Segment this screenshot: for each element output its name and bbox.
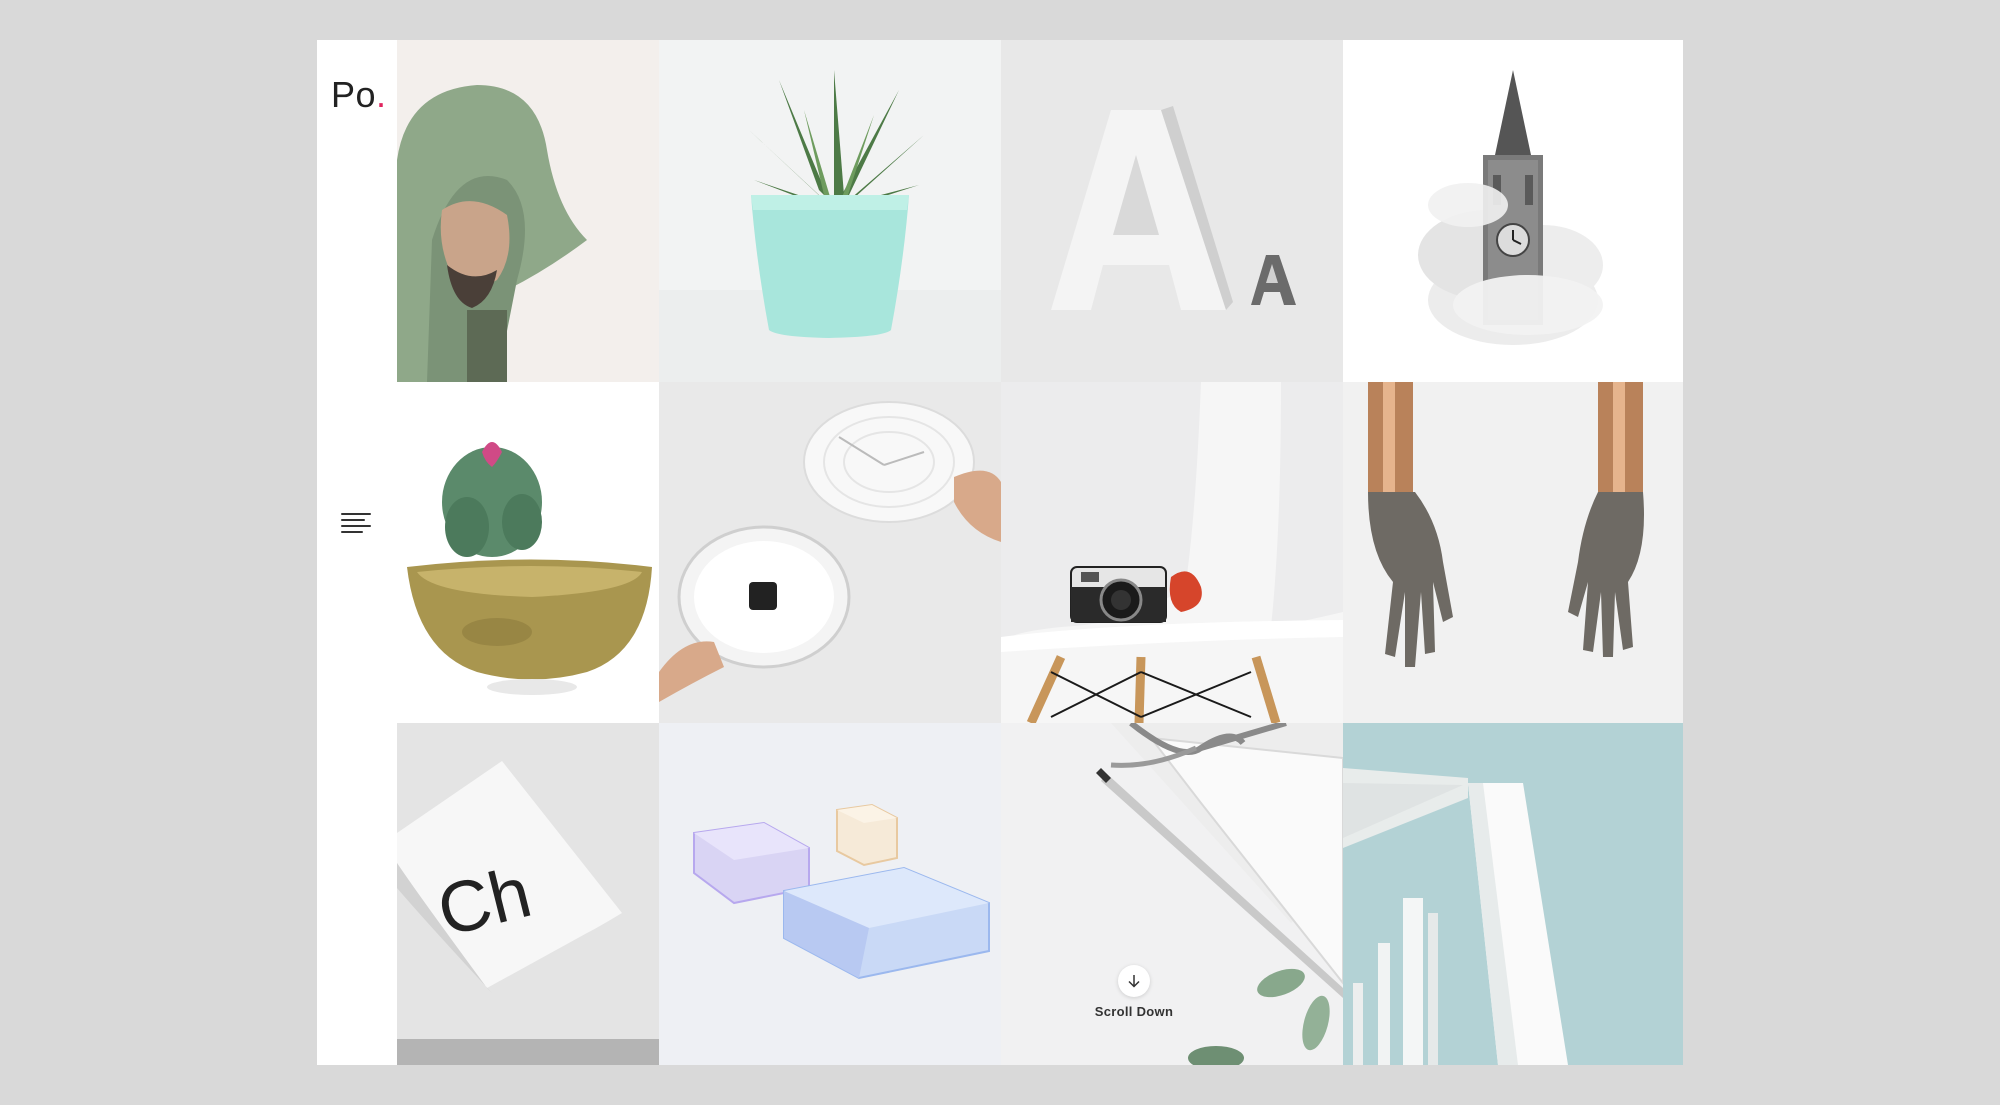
gallery-item-succulent-mint-pot[interactable] [659,40,1001,382]
gallery-item-glass-blocks[interactable] [659,723,1001,1065]
scroll-down-label: Scroll Down [1094,1004,1174,1019]
gallery-grid: Ch Scroll Down [397,40,1683,1065]
sidebar: Po. [317,40,397,1065]
gallery-item-hooded-man[interactable] [397,40,659,382]
hamburger-menu-icon[interactable] [341,513,371,539]
gallery-item-clock-tower-clouds[interactable] [1343,40,1683,382]
gallery-item-white-wall-clock[interactable] [659,382,1001,723]
portfolio-frame: Po. Ch Scroll Down [317,40,1683,1065]
gallery-item-cactus-brass-pot[interactable] [397,382,659,723]
arrow-down-icon [1118,965,1150,997]
gallery-item-letter-a-sculpture[interactable] [1001,40,1343,382]
gallery-item-white-building[interactable] [1343,723,1683,1065]
gallery-item-ch-typography-paper[interactable]: Ch [397,723,659,1065]
scroll-down-button[interactable]: Scroll Down [1059,965,1209,1019]
logo[interactable]: Po. [331,74,387,116]
gallery-item-camera-on-chair[interactable] [1001,382,1343,723]
gallery-item-bronze-hands[interactable] [1343,382,1683,723]
